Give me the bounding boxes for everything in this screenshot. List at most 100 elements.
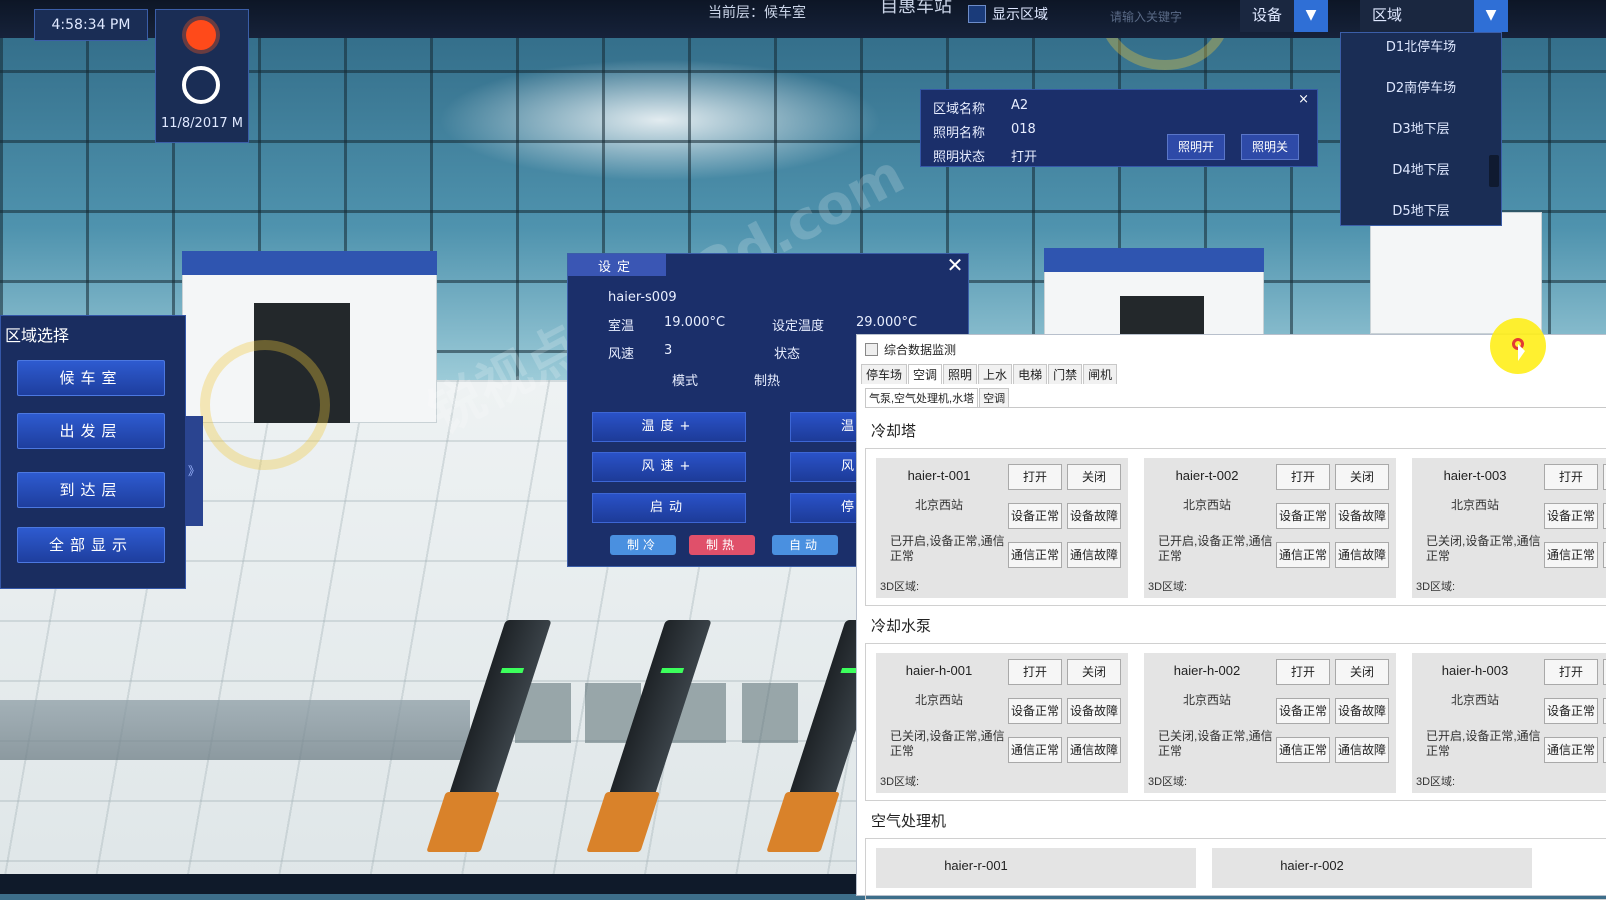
lighting-row: 照明状态 打开 [933, 146, 1037, 165]
section-title: 空气处理机 [871, 813, 947, 830]
chevron-down-icon[interactable]: ▼ [1474, 0, 1508, 32]
close-button[interactable]: 关闭 [1335, 659, 1389, 685]
open-button[interactable]: 打开 [1544, 659, 1598, 685]
area-option[interactable]: D3地下层 [1341, 115, 1501, 156]
tab-parking[interactable]: 停车场 [861, 364, 908, 384]
device-status: 已关闭,设备正常,通信正常 [1158, 729, 1273, 758]
device-card: haier-t-001 北京西站 已开启,设备正常,通信正常 3D区域: 打开 关闭 设备正… [876, 458, 1128, 598]
comm-ok-button[interactable]: 通信正常 [1276, 542, 1330, 568]
mode-heat-button[interactable]: 制热 [689, 535, 755, 555]
brightness-icon[interactable] [182, 66, 220, 104]
device-location: 北京西站 [914, 498, 963, 512]
close-button[interactable]: 关闭 [1067, 464, 1121, 490]
open-button[interactable]: 打开 [1276, 659, 1330, 685]
close-button[interactable]: 关闭 [1067, 659, 1121, 685]
comm-fault-button[interactable]: 通信故障 [1067, 542, 1121, 568]
area-button-waiting-room[interactable]: 候车室 [17, 360, 165, 396]
status-label: 状态 [774, 347, 801, 362]
area-option[interactable]: D2南停车场 [1341, 74, 1501, 115]
mode-value: 制热 [754, 374, 781, 389]
area-button-departure[interactable]: 出发层 [17, 413, 165, 449]
device-card: haier-h-001 北京西站 已关闭,设备正常,通信正常 3D区域: 打开 关闭 设备正… [876, 653, 1128, 793]
device-ok-button[interactable]: 设备正常 [1276, 503, 1330, 529]
close-icon[interactable]: × [1298, 92, 1309, 107]
light-off-button[interactable]: 照明关 [1241, 134, 1300, 160]
lighting-value: 018 [1011, 122, 1036, 137]
tab-water[interactable]: 上水 [978, 364, 1013, 384]
area-button-show-all[interactable]: 全部显示 [17, 527, 165, 563]
tab-gate[interactable]: 闸机 [1083, 364, 1118, 384]
area-dropdown[interactable]: 区域 ▼ [1360, 0, 1508, 32]
device-name: haier-h-003 [1441, 663, 1509, 678]
watermark-logo [200, 340, 330, 470]
device-location: 北京西站 [1450, 498, 1499, 512]
device-ok-button[interactable]: 设备正常 [1008, 698, 1062, 724]
device-status: 已关闭,设备正常,通信正常 [890, 729, 1005, 758]
area-option[interactable]: D1北停车场 [1341, 33, 1501, 74]
device-name: haier-h-002 [1173, 663, 1241, 678]
area-option[interactable]: D4地下层 [1341, 156, 1501, 197]
ac-panel-title: 设定 [598, 260, 637, 275]
weather-widget: 11/8/2017 M [155, 9, 249, 143]
open-button[interactable]: 打开 [1544, 464, 1598, 490]
comm-ok-button[interactable]: 通信正常 [1544, 542, 1598, 568]
device-fault-button[interactable]: 设备故障 [1335, 698, 1389, 724]
search-input[interactable]: 请输入关键字 [1110, 6, 1230, 28]
device-ok-button[interactable]: 设备正常 [1544, 503, 1598, 529]
device-fault-button[interactable]: 设备故障 [1067, 503, 1121, 529]
comm-ok-button[interactable]: 通信正常 [1008, 542, 1062, 568]
device-status: 已开启,设备正常,通信正常 [1426, 729, 1541, 758]
tab-access[interactable]: 门禁 [1048, 364, 1083, 384]
scrollbar-thumb[interactable] [1489, 155, 1499, 187]
chevron-down-icon[interactable]: ▼ [1294, 0, 1329, 32]
fan-speed-value: 3 [664, 343, 673, 358]
start-button[interactable]: 启动 [592, 493, 746, 523]
checkbox-box[interactable] [968, 5, 986, 23]
fan-up-button[interactable]: 风速+ [592, 452, 746, 482]
open-button[interactable]: 打开 [1008, 464, 1062, 490]
device-ok-button[interactable]: 设备正常 [1008, 503, 1062, 529]
window-title-text: 综合数据监测 [884, 343, 957, 357]
subtab-pump[interactable]: 气泵,空气处理机,水塔 [865, 388, 979, 407]
area-dropdown-label: 区域 [1360, 0, 1474, 32]
lighting-key: 照明名称 [933, 126, 986, 141]
comm-ok-button[interactable]: 通信正常 [1008, 737, 1062, 763]
mode-auto-button[interactable]: 自动 [772, 535, 838, 555]
tab-elevator[interactable]: 电梯 [1013, 364, 1048, 384]
open-button[interactable]: 打开 [1276, 464, 1330, 490]
open-button[interactable]: 打开 [1008, 659, 1062, 685]
device-fault-button[interactable]: 设备故障 [1335, 503, 1389, 529]
device-name: haier-r-001 [944, 858, 1008, 873]
station-title: 自惠车站 [880, 0, 952, 17]
room-temp-value: 19.000°C [664, 315, 726, 330]
comm-ok-button[interactable]: 通信正常 [1544, 737, 1598, 763]
comm-ok-button[interactable]: 通信正常 [1276, 737, 1330, 763]
close-icon[interactable]: ✕ [944, 254, 966, 276]
mode-cool-button[interactable]: 制冷 [610, 535, 676, 555]
area-dropdown-list: D1北停车场 D2南停车场 D3地下层 D4地下层 D5地下层 [1340, 32, 1502, 226]
device-name: haier-s009 [608, 290, 677, 305]
temp-up-button[interactable]: 温度+ [592, 412, 746, 442]
collapse-arrow-icon[interactable]: 》 [185, 416, 203, 526]
device-dropdown[interactable]: 设备 ▼ [1240, 0, 1329, 32]
device-ok-button[interactable]: 设备正常 [1544, 698, 1598, 724]
area-button-arrival[interactable]: 到达层 [17, 472, 165, 508]
kiosk-right[interactable] [1044, 248, 1264, 340]
device-ok-button[interactable]: 设备正常 [1276, 698, 1330, 724]
comm-fault-button[interactable]: 通信故障 [1335, 737, 1389, 763]
light-on-button[interactable]: 照明开 [1167, 134, 1226, 160]
device-3d-area: 3D区域: [1148, 581, 1188, 593]
tab-lighting[interactable]: 照明 [943, 364, 978, 384]
comm-fault-button[interactable]: 通信故障 [1335, 542, 1389, 568]
monitor-content: 冷却塔 haier-t-001 北京西站 已开启,设备正常,通信正常 3D区域: 打开关… [865, 407, 1606, 900]
tab-ac[interactable]: 空调 [908, 364, 943, 384]
lighting-key: 照明状态 [933, 150, 986, 165]
comm-fault-button[interactable]: 通信故障 [1067, 737, 1121, 763]
device-3d-area: 3D区域: [1148, 776, 1188, 788]
show-area-checkbox[interactable]: 显示区域 [968, 4, 1048, 24]
subtab-ac[interactable]: 空调 [979, 388, 1010, 407]
close-button[interactable]: 关闭 [1335, 464, 1389, 490]
device-fault-button[interactable]: 设备故障 [1067, 698, 1121, 724]
monitor-tabs: 停车场 空调 照明 上水 电梯 门禁 闸机 [861, 364, 1118, 384]
area-option[interactable]: D5地下层 [1341, 197, 1501, 238]
